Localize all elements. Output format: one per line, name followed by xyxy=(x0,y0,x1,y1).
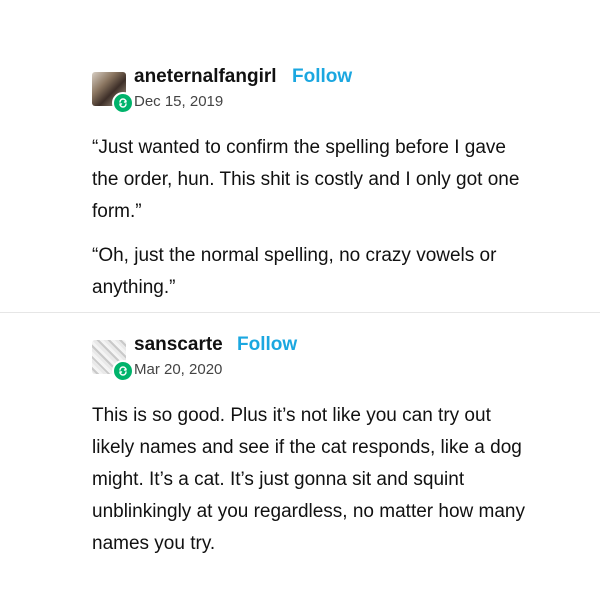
username[interactable]: sanscarte xyxy=(134,334,223,356)
post-paragraph: “Just wanted to confirm the spelling bef… xyxy=(92,137,520,222)
post-date: Mar 20, 2020 xyxy=(134,361,223,378)
follow-button[interactable]: Follow xyxy=(237,334,297,356)
post-date: Dec 15, 2019 xyxy=(134,93,224,110)
post-paragraph: “Oh, just the normal spelling, no crazy … xyxy=(92,245,497,298)
post-divider xyxy=(0,312,600,313)
post-header: aneternalfangirl Follow Dec 15, 2019 xyxy=(92,66,532,114)
post-header: sanscarte Follow Mar 20, 2020 xyxy=(92,334,532,382)
post-body: This is so good. Plus it’s not like you … xyxy=(92,400,532,560)
post-aneternalfangirl: aneternalfangirl Follow Dec 15, 2019 “Ju… xyxy=(92,66,532,316)
username[interactable]: aneternalfangirl xyxy=(134,66,277,88)
post-body: “Just wanted to confirm the spelling bef… xyxy=(92,132,532,304)
post-sanscarte: sanscarte Follow Mar 20, 2020 This is so… xyxy=(92,334,532,572)
reblog-icon xyxy=(112,92,134,114)
follow-button[interactable]: Follow xyxy=(292,66,352,88)
reblog-icon xyxy=(112,360,134,382)
post-paragraph: This is so good. Plus it’s not like you … xyxy=(92,405,526,554)
